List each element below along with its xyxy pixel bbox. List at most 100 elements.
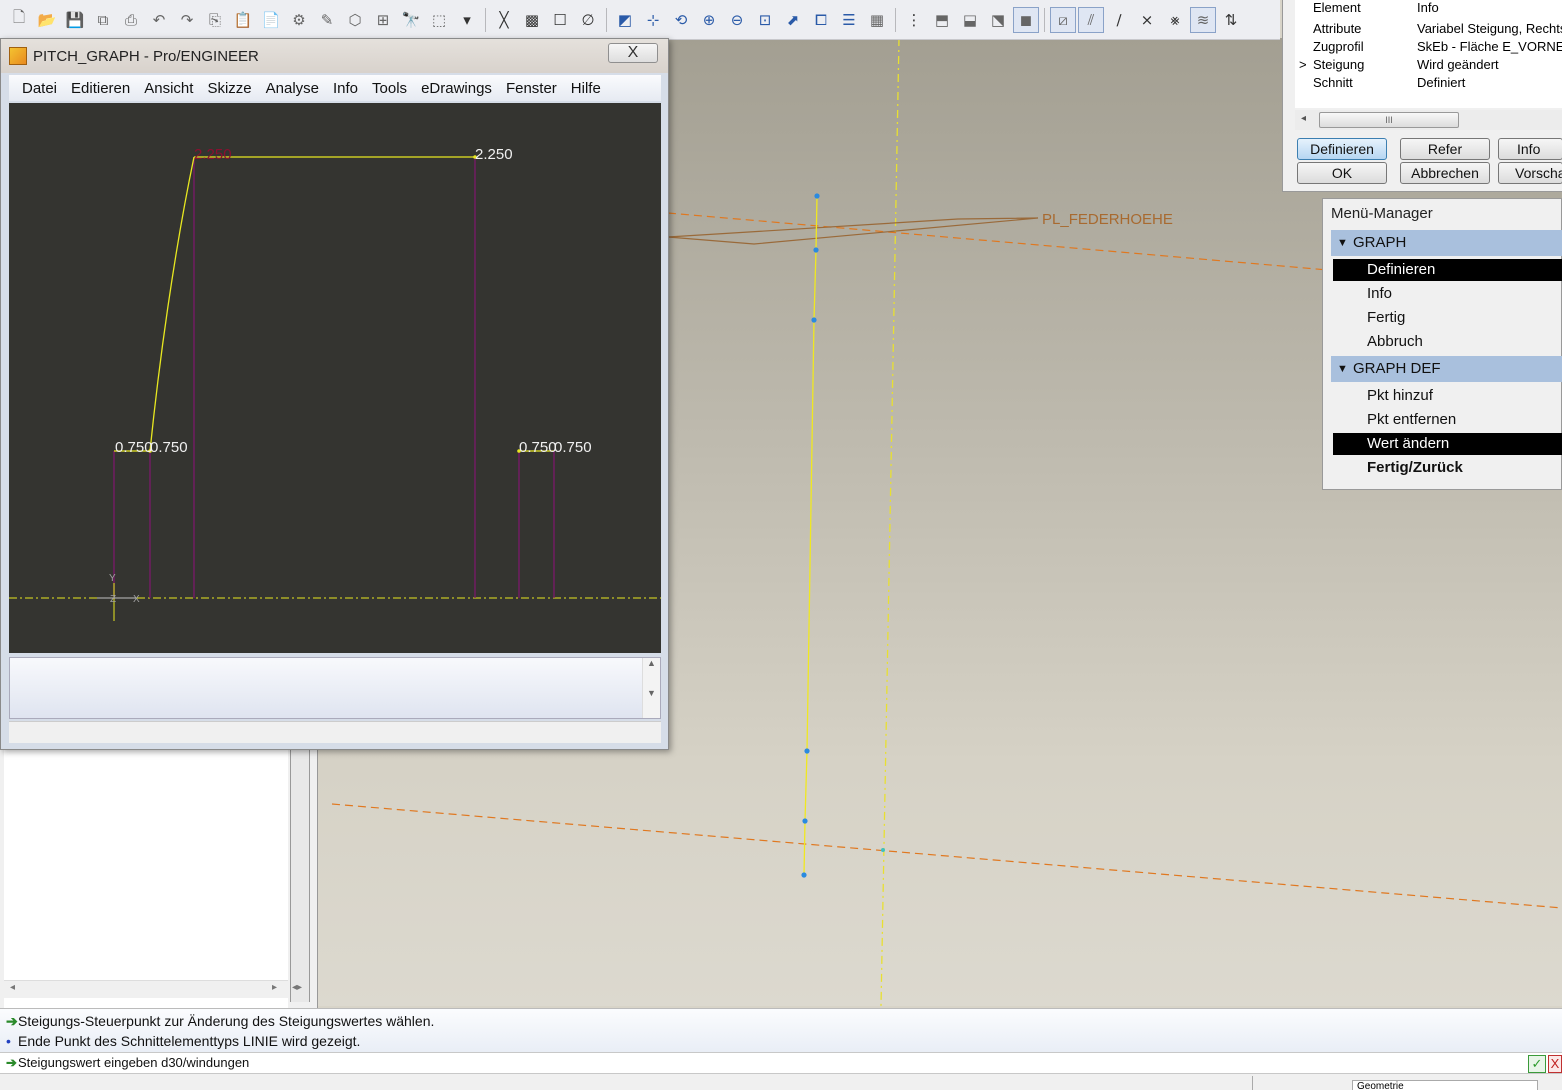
menu-section-graph[interactable]: ▼ GRAPH — [1331, 230, 1562, 256]
layers-icon[interactable]: ☰ — [836, 7, 862, 33]
menu-analyse[interactable]: Analyse — [259, 80, 326, 97]
menu-item-pkt-entfernen[interactable]: Pkt entfernen — [1333, 409, 1562, 431]
tree-splitter[interactable] — [290, 740, 310, 1002]
regenerate-icon[interactable]: ⚙ — [286, 7, 312, 33]
paste-icon[interactable]: 📋 — [230, 7, 256, 33]
message-scrollbar[interactable]: ▲ ▼ — [642, 658, 660, 718]
menu-ansicht[interactable]: Ansicht — [137, 80, 200, 97]
scroll-right-icon[interactable]: ▸ — [272, 982, 277, 993]
scroll-thumb[interactable]: III — [1319, 112, 1459, 128]
edit-icon[interactable]: ✎ — [314, 7, 340, 33]
spin-icon[interactable]: ⇅ — [1218, 7, 1244, 33]
menu-item-info[interactable]: Info — [1333, 283, 1562, 305]
point-icon[interactable]: ∕ — [1106, 7, 1132, 33]
repaint-icon[interactable]: ◩ — [612, 7, 638, 33]
collapse-icon[interactable]: ▼ — [1337, 230, 1348, 256]
orient-icon[interactable]: ⟲ — [668, 7, 694, 33]
menu-editieren[interactable]: Editieren — [64, 80, 137, 97]
datum-line-lower — [331, 803, 1562, 909]
view-manager-icon[interactable]: ▦ — [864, 7, 890, 33]
menu-tools[interactable]: Tools — [365, 80, 414, 97]
input-line[interactable]: ➔Steigungswert eingeben d30/windungen ✓ … — [0, 1052, 1562, 1074]
menu-section-graph-def[interactable]: ▼ GRAPH DEF — [1331, 356, 1562, 382]
trajectory-line — [803, 195, 818, 876]
scroll-left-icon[interactable]: ◂ — [1301, 113, 1306, 124]
message-line: • Ende Punkt des Schnittelementtyps LINIE… — [6, 1033, 361, 1049]
control-point — [811, 317, 817, 323]
datum-axes-icon[interactable]: ⫽ — [1078, 6, 1104, 33]
splitter-arrows-icon[interactable]: ◂▸ — [292, 982, 302, 993]
axis-line — [880, 38, 900, 1006]
control-point — [804, 748, 810, 754]
paste-special-icon[interactable]: 📄 — [258, 7, 284, 33]
save-icon[interactable]: 💾 — [62, 7, 88, 33]
no-hidden-icon[interactable]: ∅ — [575, 7, 601, 33]
message-area: ➔Steigungs-Steuerpunkt zur Änderung des … — [0, 1008, 1562, 1052]
cancel-button[interactable]: Abbrechen — [1400, 162, 1490, 184]
control-point — [802, 818, 808, 824]
annotation-icon[interactable]: ≋ — [1190, 6, 1216, 33]
table-horizontal-scrollbar[interactable]: ◂ III — [1295, 110, 1562, 130]
cross-icon[interactable]: ╳ — [491, 7, 517, 33]
reorient-icon[interactable]: ⬈ — [780, 7, 806, 33]
menu-item-pkt-hinzuf[interactable]: Pkt hinzuf — [1333, 385, 1562, 407]
menu-datei[interactable]: Datei — [15, 80, 64, 97]
hidden-line-icon[interactable]: ⬓ — [957, 7, 983, 33]
menu-fenster[interactable]: Fenster — [499, 80, 564, 97]
zoom-out-icon[interactable]: ⊖ — [724, 7, 750, 33]
collapse-icon[interactable]: ▼ — [1337, 356, 1348, 382]
menu-hilfe[interactable]: Hilfe — [564, 80, 608, 97]
feature-icon[interactable]: ⬡ — [342, 7, 368, 33]
refit-icon[interactable]: ⊡ — [752, 7, 778, 33]
new-icon[interactable]: 🗋 — [6, 7, 32, 33]
pitch-message-area: ▲ ▼ — [9, 657, 661, 719]
filter-select[interactable]: Geometrie — [1352, 1080, 1538, 1090]
dropdown-icon[interactable]: ▾ — [454, 7, 480, 33]
menu-edrawings[interactable]: eDrawings — [414, 80, 499, 97]
csys-y-label: Y — [109, 573, 116, 584]
tree-icon[interactable]: ⊞ — [370, 7, 396, 33]
preview-button[interactable]: Vorschau — [1498, 162, 1562, 184]
menu-item-wert-aendern[interactable]: Wert ändern — [1333, 433, 1562, 455]
refer-button[interactable]: Refer — [1400, 138, 1490, 160]
axis-point — [881, 848, 885, 852]
saved-views-icon[interactable]: ⧠ — [808, 7, 834, 33]
spin-center-icon[interactable]: ⊹ — [640, 7, 666, 33]
datum-planes-icon[interactable]: ⧄ — [1050, 6, 1076, 33]
menu-item-fertig[interactable]: Fertig — [1333, 307, 1562, 329]
define-button[interactable]: Definieren — [1297, 138, 1387, 160]
ok-button[interactable]: OK — [1297, 162, 1387, 184]
accept-button[interactable]: ✓ — [1528, 1055, 1546, 1073]
print-icon[interactable]: ⎙ — [118, 7, 144, 33]
open-icon[interactable]: 📂 — [34, 7, 60, 33]
pitch-graph-canvas[interactable]: 2.250 2.250 0.750 0.750 0.750 0.750 Y X … — [9, 103, 661, 653]
empty-box-icon[interactable]: ☐ — [547, 7, 573, 33]
zoom-in-icon[interactable]: ⊕ — [696, 7, 722, 33]
tree-horizontal-scrollbar[interactable] — [4, 980, 288, 998]
redo-icon[interactable]: ↷ — [174, 7, 200, 33]
scroll-left-icon[interactable]: ◂ — [10, 982, 15, 993]
find-icon[interactable]: 🔭 — [398, 7, 424, 33]
undo-icon[interactable]: ↶ — [146, 7, 172, 33]
shading-icon[interactable]: ◼ — [1013, 6, 1039, 33]
filled-box-icon[interactable]: ▩ — [519, 7, 545, 33]
pitch-status-bar — [9, 721, 661, 743]
no-hidden-line-icon[interactable]: ⬔ — [985, 7, 1011, 33]
datum-points-icon[interactable]: ⨯ — [1134, 7, 1160, 33]
menu-skizze[interactable]: Skizze — [200, 80, 258, 97]
copy-icon[interactable]: ⎘ — [202, 7, 228, 33]
element-table[interactable]: Element Info Attribute Variabel Steigung… — [1295, 0, 1562, 108]
menu-item-definieren[interactable]: Definieren — [1333, 259, 1562, 281]
save-copy-icon[interactable]: ⧉ — [90, 7, 116, 33]
menu-item-abbruch[interactable]: Abbruch — [1333, 331, 1562, 353]
cancel-input-button[interactable]: X — [1548, 1055, 1562, 1073]
window-title-bar[interactable]: PITCH_GRAPH - Pro/ENGINEER — [1, 39, 668, 73]
menu-item-fertig-zurueck[interactable]: Fertig/Zurück — [1333, 457, 1562, 479]
csys-icon[interactable]: ⨳ — [1162, 7, 1188, 33]
display-style-icon[interactable]: ⋮ — [901, 7, 927, 33]
select-box-icon[interactable]: ⬚ — [426, 7, 452, 33]
menu-info[interactable]: Info — [326, 80, 365, 97]
close-button[interactable]: X — [608, 43, 658, 63]
info-button[interactable]: Info — [1498, 138, 1562, 160]
wireframe-icon[interactable]: ⬒ — [929, 7, 955, 33]
